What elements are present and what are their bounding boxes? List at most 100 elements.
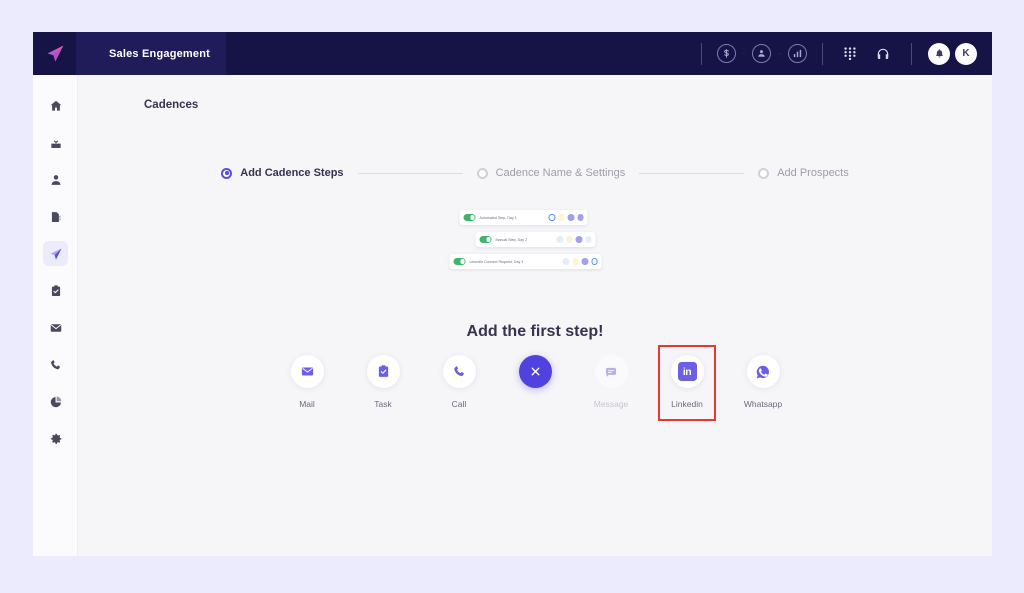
step-radio-icon	[221, 167, 233, 179]
sidebar-item-home[interactable]	[33, 87, 78, 124]
mail-icon	[556, 236, 563, 243]
sidebar-item-calls[interactable]	[33, 346, 78, 383]
bell-icon[interactable]	[928, 42, 950, 65]
message-icon	[581, 258, 588, 265]
channel-label: Message	[593, 399, 629, 409]
mail-icon	[562, 258, 569, 265]
illustration-card-icons	[548, 214, 584, 221]
sidebar-item-tasks[interactable]	[33, 272, 78, 309]
step-add-prospects[interactable]: Add Prospects	[758, 167, 849, 179]
page-headline: Add the first step!	[466, 323, 604, 340]
message-icon	[575, 236, 582, 243]
brand-logo[interactable]	[33, 32, 76, 75]
person-icon[interactable]	[752, 44, 772, 63]
home-icon	[43, 93, 68, 118]
toggle-icon	[463, 214, 476, 221]
avatar[interactable]: K	[955, 42, 977, 65]
channel-options: Mail Task Call Message in Linkedin Whats…	[78, 345, 992, 421]
illustration-card-label: Automated Step, Day 1	[479, 215, 517, 220]
paper-plane-icon	[43, 241, 68, 266]
step-label: Add Prospects	[777, 167, 849, 179]
analytics-icon[interactable]	[788, 44, 807, 63]
illustration-card-label: Manual Step, Day 2	[495, 237, 528, 242]
mail-icon	[548, 214, 555, 221]
channel-option-mail[interactable]: Mail	[284, 355, 330, 409]
channel-option-call[interactable]: Call	[436, 355, 482, 409]
divider	[822, 42, 823, 65]
channel-option-message[interactable]: Message	[588, 355, 634, 409]
app-window: Sales Engagement · · K Cadences Add Cade…	[33, 32, 992, 556]
divider	[911, 42, 912, 65]
linkedin-icon	[591, 258, 598, 265]
tab-sales-engagement[interactable]: Sales Engagement	[76, 32, 226, 75]
gear-icon	[43, 426, 68, 451]
divider	[700, 42, 702, 65]
channel-label: Linkedin	[671, 399, 703, 409]
illustration-card-label: LinkedIn Connect Request, Day 3	[469, 259, 524, 264]
call-icon	[442, 355, 476, 388]
call-icon	[566, 236, 573, 243]
step-label: Cadence Name & Settings	[495, 167, 626, 179]
dollar-icon[interactable]	[716, 44, 736, 63]
linkedin-icon	[585, 236, 592, 243]
phone-icon	[43, 352, 68, 377]
sidebar-item-reports[interactable]	[33, 198, 78, 235]
toggle-icon	[453, 258, 466, 265]
sidebar-item-cadences[interactable]	[33, 235, 78, 272]
close-icon	[518, 355, 552, 388]
toggle-icon	[479, 236, 492, 243]
illustration-card-icons	[562, 258, 598, 265]
illustration-card-icons	[556, 236, 592, 243]
call-icon	[572, 258, 579, 265]
person-icon	[43, 167, 68, 192]
message-icon	[567, 214, 574, 221]
pie-chart-icon	[43, 389, 68, 414]
step-radio-icon	[476, 167, 488, 179]
close-button[interactable]	[512, 355, 558, 399]
tab-sales-engagement-label: Sales Engagement	[109, 47, 211, 60]
inbox-icon	[43, 130, 68, 155]
sidebar-item-contacts[interactable]	[33, 161, 78, 198]
linkedin-badge: in	[677, 362, 697, 381]
channel-label: Task	[374, 399, 392, 409]
call-icon	[558, 214, 565, 221]
linkedin-icon	[577, 214, 584, 221]
channel-label: Whatsapp	[743, 399, 783, 409]
sidebar-item-mail[interactable]	[33, 309, 78, 346]
sidebar-item-analytics[interactable]	[33, 383, 78, 420]
dialpad-icon[interactable]	[844, 47, 856, 60]
step-connector	[639, 172, 745, 174]
dot-separator: ·	[778, 49, 781, 58]
page-title: Cadences	[144, 99, 199, 111]
sidebar-item-inbox[interactable]	[33, 124, 78, 161]
dot-separator: ·	[742, 49, 746, 58]
whatsapp-icon	[746, 355, 780, 388]
channel-option-whatsapp[interactable]: Whatsapp	[740, 355, 786, 409]
channel-option-linkedin[interactable]: in Linkedin	[658, 345, 716, 421]
step-add-cadence-steps[interactable]: Add Cadence Steps	[221, 167, 344, 179]
illustration-card: Manual Step, Day 2	[475, 232, 596, 247]
message-icon	[594, 355, 628, 388]
top-bar: Sales Engagement · · K	[33, 32, 992, 75]
document-icon	[43, 204, 68, 229]
clipboard-icon	[43, 278, 68, 303]
illustration-card: Automated Step, Day 1	[459, 210, 588, 225]
cadence-stepper: Add Cadence Steps Cadence Name & Setting…	[78, 167, 992, 179]
linkedin-icon: in	[670, 355, 704, 388]
mail-icon	[290, 355, 324, 388]
illustration-card: LinkedIn Connect Request, Day 3	[449, 254, 602, 269]
cadence-preview-illustration: Automated Step, Day 1 Manual Step, Day 2	[448, 210, 623, 272]
channel-option-task[interactable]: Task	[360, 355, 406, 409]
channel-label: Call	[451, 399, 467, 409]
main-content: Cadences Add Cadence Steps Cadence Name …	[78, 75, 992, 556]
headset-icon[interactable]	[876, 47, 890, 61]
sidebar-item-settings[interactable]	[33, 420, 78, 457]
avatar-initial: K	[962, 48, 970, 59]
paper-plane-logo-icon	[47, 45, 63, 61]
step-radio-icon	[758, 167, 770, 179]
sidebar	[33, 75, 78, 556]
top-bar-actions: · · K	[690, 32, 992, 75]
step-cadence-name-settings[interactable]: Cadence Name & Settings	[476, 167, 626, 179]
channel-label: Mail	[299, 399, 315, 409]
step-connector	[357, 172, 463, 174]
